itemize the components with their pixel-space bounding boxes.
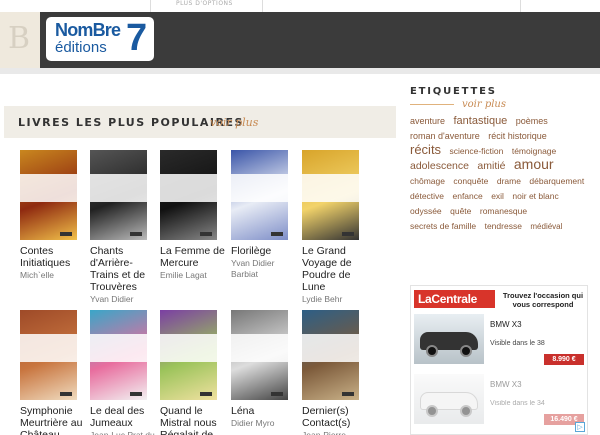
book-title[interactable]: Le Grand Voyage de Poudre de Lune	[302, 245, 352, 293]
tag-link[interactable]: poèmes	[516, 116, 548, 126]
tag-link[interactable]: amitié	[477, 160, 505, 172]
tags-title: ETIQUETTES	[410, 86, 497, 97]
book-author[interactable]: Mich`elle	[20, 270, 90, 281]
options-tab-label[interactable]: PLUS D'OPTIONS	[176, 0, 233, 7]
ad-listing[interactable]: BMW X3 Visible dans le 34 16.490 €	[414, 374, 586, 428]
ad-car-location: Visible dans le 34	[490, 400, 545, 407]
book-author[interactable]: Jean-Pierre	[302, 430, 372, 435]
tag-link[interactable]: romanesque	[480, 206, 527, 216]
tag-link[interactable]: récits	[410, 142, 441, 157]
tag-link[interactable]: détective	[410, 191, 444, 201]
popular-section-header: LIVRES LES PLUS POPULAIRES voir plus	[4, 106, 396, 138]
logo-line1: NomBre	[55, 20, 121, 40]
header-shadow	[0, 68, 600, 74]
book-cover[interactable]	[302, 150, 359, 240]
book-cover[interactable]	[231, 150, 288, 240]
book-author[interactable]: Yvan Didier	[90, 294, 160, 305]
ad-tagline: Trouvez l'occasion qui vous correspond	[502, 291, 584, 309]
ad-brand-logo[interactable]: LaCentrale	[414, 290, 495, 308]
ad-car-model[interactable]: BMW X3	[490, 320, 522, 329]
book-title[interactable]: Chants d'Arrière-Trains et de Trouvères	[90, 245, 145, 293]
logo-line2: éditions	[55, 39, 107, 56]
tag-link[interactable]: quête	[450, 206, 471, 216]
book-cover[interactable]	[160, 310, 217, 400]
tag-link[interactable]: science-fiction	[450, 146, 504, 156]
tag-link[interactable]: témoignage	[512, 146, 556, 156]
tag-link[interactable]: exil	[491, 191, 504, 201]
book-cover[interactable]	[90, 310, 147, 400]
adchoices-icon[interactable]: ▷	[575, 422, 585, 432]
tag-link[interactable]: drame	[497, 176, 521, 186]
ad-listing[interactable]: BMW X3 Visible dans le 38 8.990 €	[414, 314, 586, 368]
tags-underline	[410, 104, 454, 105]
tag-link[interactable]: secrets de famille	[410, 221, 476, 231]
tag-link[interactable]: aventure	[410, 116, 445, 126]
book-title[interactable]: Florilège	[231, 245, 271, 257]
divider	[520, 0, 521, 12]
tag-link[interactable]: fantastique	[453, 115, 507, 127]
tag-link[interactable]: enfance	[452, 191, 482, 201]
tag-cloud: aventure fantastique poèmes roman d'aven…	[410, 113, 590, 233]
logo-number: 7	[126, 17, 148, 59]
tag-link[interactable]: roman d'aventure	[410, 131, 480, 141]
tag-link[interactable]: noir et blanc	[512, 191, 558, 201]
tag-link[interactable]: odyssée	[410, 206, 442, 216]
tag-link[interactable]: débarquement	[529, 176, 584, 186]
book-author[interactable]: Lydie Behr	[302, 294, 372, 305]
book-author[interactable]: Didier Myro	[231, 418, 301, 429]
tag-link[interactable]: adolescence	[410, 160, 469, 172]
book-cover[interactable]	[20, 150, 77, 240]
ad-banner[interactable]: LaCentrale Trouvez l'occasion qui vous c…	[410, 285, 588, 435]
book-cover[interactable]	[90, 150, 147, 240]
tags-voir-plus-link[interactable]: voir plus	[462, 99, 506, 110]
book-cover[interactable]	[160, 150, 217, 240]
tag-link[interactable]: tendresse	[485, 221, 522, 231]
book-title[interactable]: Léna	[231, 405, 254, 417]
tag-link[interactable]: récit historique	[488, 131, 547, 141]
book-title[interactable]: Le deal des Jumeaux	[90, 405, 144, 429]
site-header: B NomBre éditions 7	[0, 12, 600, 68]
ad-car-location: Visible dans le 38	[490, 340, 545, 347]
b-mark: B	[0, 12, 40, 68]
tag-link[interactable]: amour	[514, 156, 554, 172]
ad-car-model[interactable]: BMW X3	[490, 380, 522, 389]
tag-link[interactable]: médiéval	[530, 222, 562, 231]
book-author[interactable]: Jean-Luc Prat du	[90, 430, 160, 435]
popular-voir-plus-link[interactable]: voir plus	[210, 116, 258, 129]
book-title[interactable]: Quand le Mistral nous Régalait de	[160, 405, 217, 435]
book-title[interactable]: Contes Initiatiques	[20, 245, 70, 269]
ad-car-price[interactable]: 8.990 €	[544, 354, 584, 365]
car-photo[interactable]	[414, 314, 484, 364]
book-author[interactable]: Emilie Lagat	[160, 270, 230, 281]
book-title[interactable]: La Femme de Mercure	[160, 245, 225, 269]
divider	[150, 0, 151, 12]
tag-link[interactable]: conquête	[453, 176, 488, 186]
site-logo[interactable]: NomBre éditions 7	[46, 17, 154, 61]
book-author[interactable]: Yvan Didier Barbiat	[231, 258, 301, 280]
book-cover[interactable]	[20, 310, 77, 400]
book-cover[interactable]	[231, 310, 288, 400]
car-photo[interactable]	[414, 374, 484, 424]
divider	[262, 0, 263, 12]
top-strip: PLUS D'OPTIONS	[0, 0, 600, 12]
tag-link[interactable]: chômage	[410, 176, 445, 186]
book-title[interactable]: Symphonie Meurtrière au Château	[20, 405, 82, 435]
book-title[interactable]: Dernier(s) Contact(s)	[302, 405, 350, 429]
book-cover[interactable]	[302, 310, 359, 400]
